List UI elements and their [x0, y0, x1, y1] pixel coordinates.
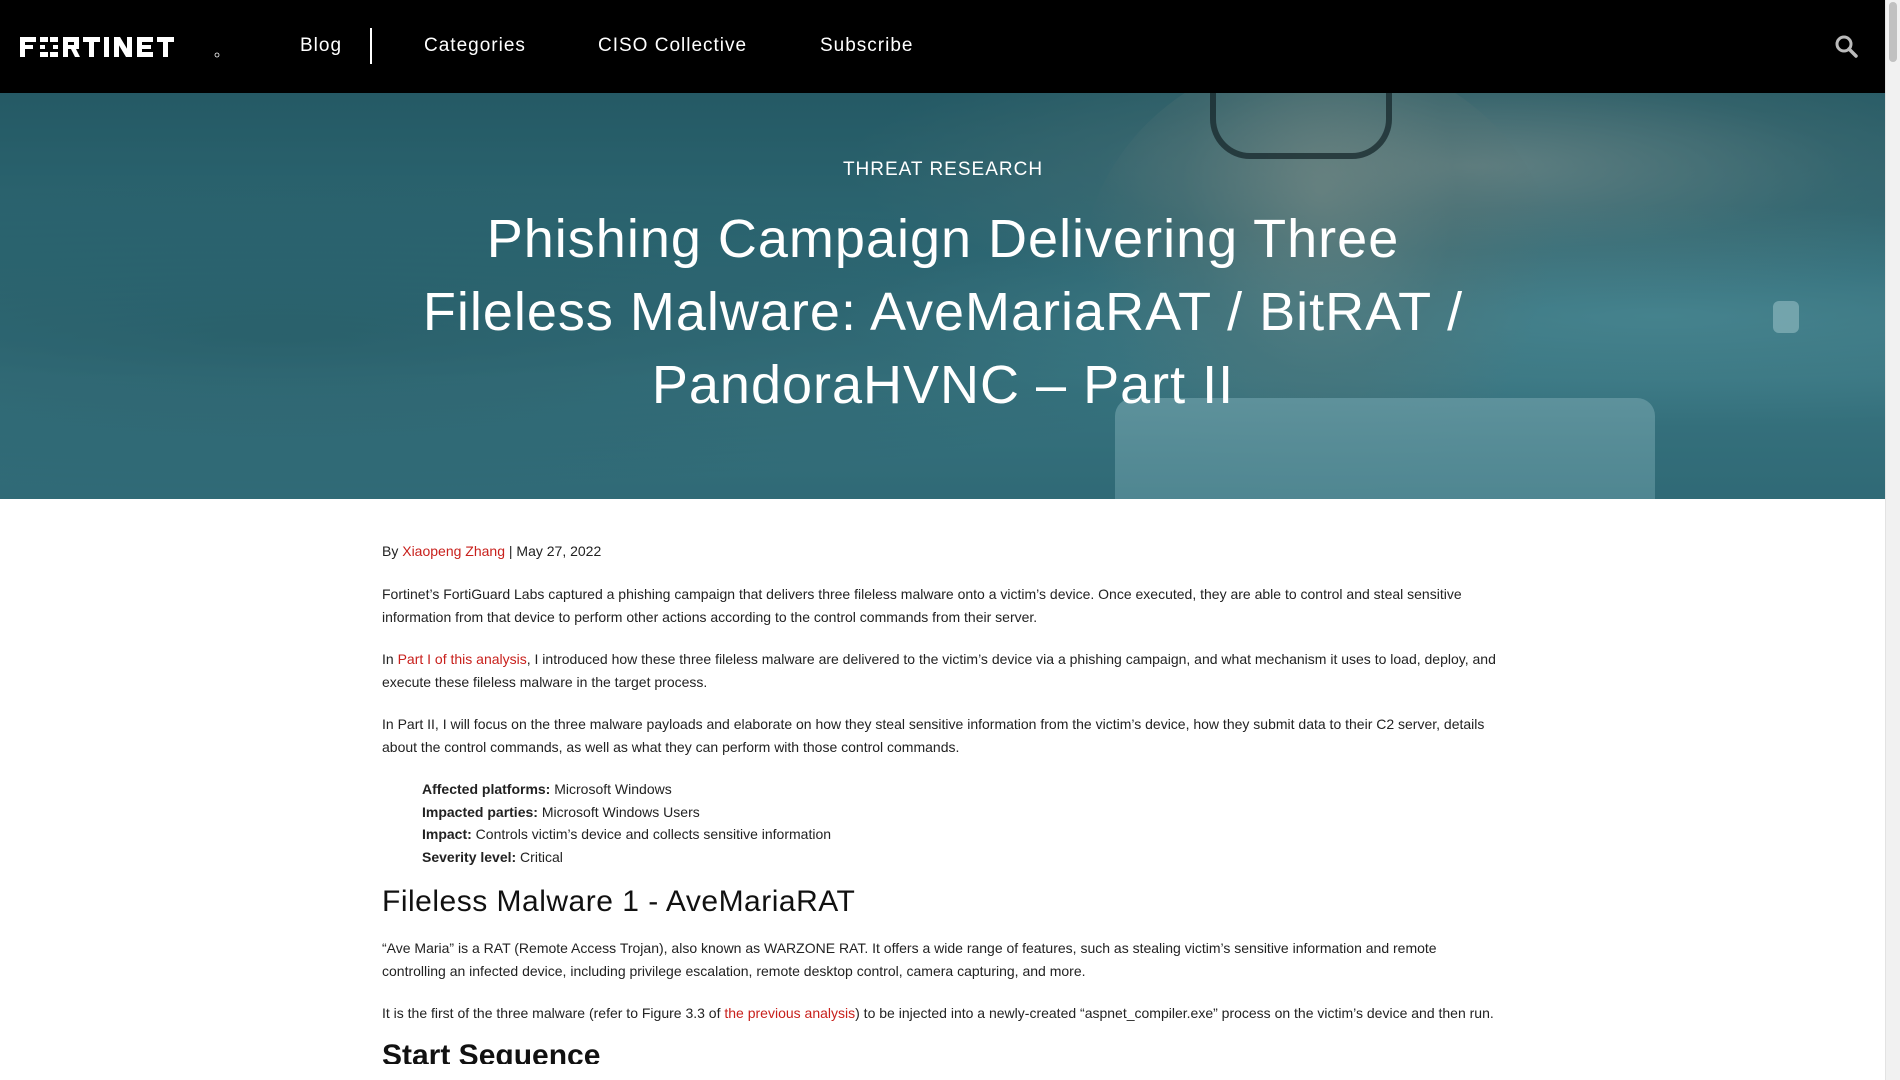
paragraph-part-two-overview: In Part II, I will focus on the three ma… — [382, 716, 1485, 755]
nav-categories-link[interactable]: Categories — [424, 35, 526, 57]
nav-blog-link[interactable]: Blog — [300, 35, 342, 57]
meta-value: Controls victim’s device and collects se… — [471, 826, 832, 842]
previous-analysis-link[interactable]: the previous analysis — [724, 1005, 855, 1021]
meta-value: Microsoft Windows — [550, 781, 672, 797]
article-title: Phishing Campaign Delivering Three Filel… — [422, 209, 1464, 415]
section-heading-start-sequence: Start Sequence — [382, 1044, 601, 1064]
paragraph-text: , I introduced how these three fileless … — [382, 651, 1496, 690]
nav-divider — [370, 28, 372, 64]
article-body: By Xiaopeng Zhang | May 27, 2022 Fortine… — [382, 540, 1502, 1064]
article-byline: By Xiaopeng Zhang | May 27, 2022 — [382, 540, 1502, 563]
meta-label: Affected platforms: — [422, 781, 551, 797]
meta-label: Impacted parties: — [422, 803, 538, 820]
byline-prefix: By — [382, 543, 403, 559]
byline-separator: | — [505, 543, 517, 559]
meta-affected-platforms: Affected platforms: Microsoft Windows — [422, 778, 1502, 801]
article-category[interactable]: THREAT RESEARCH — [0, 159, 1886, 181]
meta-severity-level: Severity level: Critical — [422, 846, 1502, 869]
top-navigation-bar: Blog Categories CISO Collective Subscrib… — [0, 0, 1886, 93]
meta-label: Impact: — [422, 826, 472, 842]
paragraph-injection-note: It is the first of the three malware (re… — [382, 1002, 1502, 1025]
nav-ciso-collective-link[interactable]: CISO Collective — [598, 35, 747, 57]
section-heading-avemariarat: Fileless Malware 1 - AveMariaRAT — [382, 885, 856, 918]
threat-metadata-list: Affected platforms: Microsoft Windows Im… — [422, 778, 1502, 868]
meta-label: Severity level: — [422, 848, 517, 865]
meta-impacted-parties: Impacted parties: Microsoft Windows User… — [422, 801, 1502, 824]
nav-subscribe-link[interactable]: Subscribe — [820, 35, 914, 57]
hero-banner: THREAT RESEARCH Phishing Campaign Delive… — [0, 93, 1886, 499]
paragraph-text: ) to be injected into a newly-created “a… — [855, 1005, 1494, 1021]
part-one-link[interactable]: Part I of this analysis — [398, 651, 527, 667]
fortinet-logo[interactable] — [20, 35, 222, 59]
author-link[interactable]: Xiaopeng Zhang — [402, 543, 505, 559]
scrollbar-thumb[interactable] — [1889, 2, 1897, 62]
paragraph-text: In — [382, 651, 398, 667]
meta-impact: Impact: Controls victim’s device and col… — [422, 823, 1502, 846]
meta-value: Critical — [516, 848, 563, 865]
paragraph-intro: Fortinet’s FortiGuard Labs captured a ph… — [382, 586, 1462, 625]
paragraph-part-one-reference: In Part I of this analysis, I introduced… — [382, 648, 1502, 694]
publish-date: May 27, 2022 — [516, 543, 602, 559]
paragraph-text: It is the first of the three malware (re… — [382, 1005, 725, 1021]
search-icon[interactable] — [1834, 34, 1858, 58]
page-scrollbar[interactable] — [1885, 0, 1900, 1080]
meta-value: Microsoft Windows Users — [537, 803, 700, 820]
paragraph-avemaria-description: “Ave Maria” is a RAT (Remote Access Troj… — [382, 940, 1437, 979]
